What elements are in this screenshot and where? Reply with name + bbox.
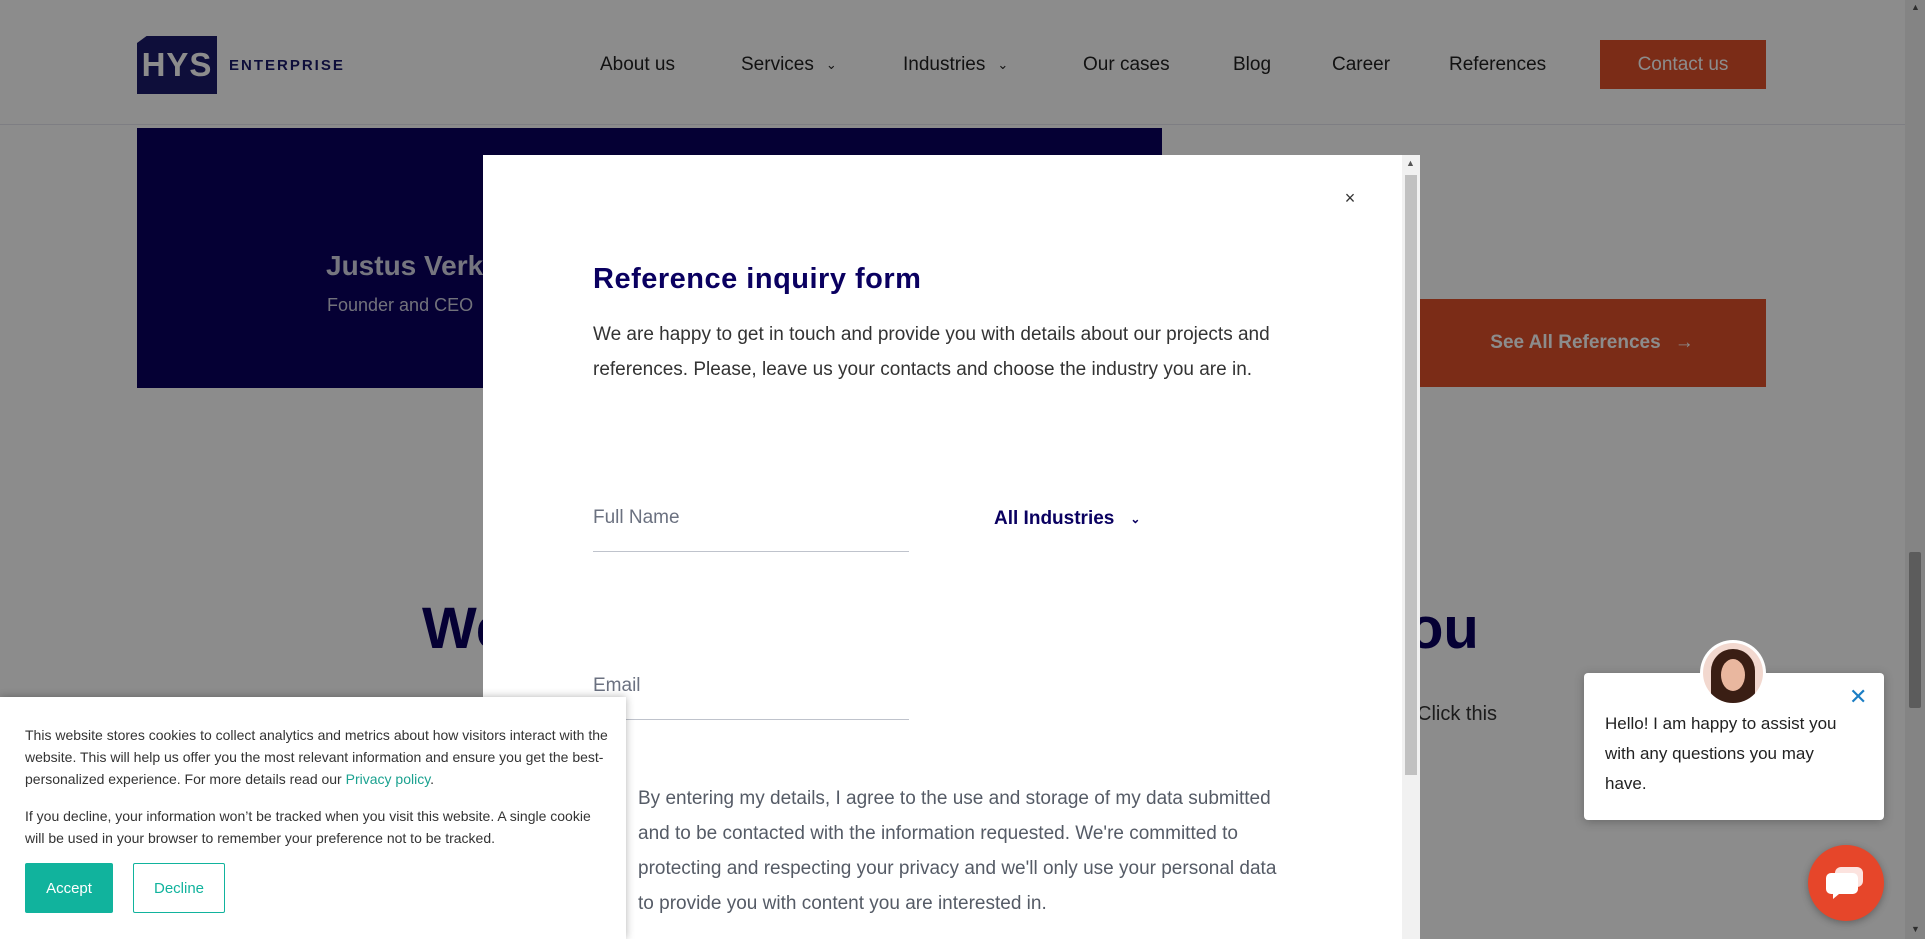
avatar-face bbox=[1721, 659, 1745, 691]
chat-bubble-icon bbox=[1826, 867, 1863, 899]
modal-title: Reference inquiry form bbox=[593, 263, 922, 295]
close-icon[interactable]: × bbox=[1340, 188, 1360, 208]
cookie-banner: This website stores cookies to collect a… bbox=[0, 697, 626, 939]
chat-agent-avatar bbox=[1703, 643, 1763, 703]
page: HYS ENTERPRISE About us Services ⌄ Indus… bbox=[0, 0, 1925, 939]
accept-button[interactable]: Accept bbox=[25, 863, 113, 913]
decline-button[interactable]: Decline bbox=[133, 863, 225, 913]
cookie-text-2: If you decline, your information won’t b… bbox=[25, 808, 591, 846]
chat-launcher-button[interactable] bbox=[1808, 845, 1884, 921]
modal-scrollbar[interactable]: ▲ bbox=[1402, 155, 1420, 939]
full-name-field[interactable]: Full Name bbox=[593, 507, 909, 552]
cookie-text-1-main: This website stores cookies to collect a… bbox=[25, 727, 608, 787]
scroll-up-arrow-icon[interactable]: ▲ bbox=[1406, 158, 1415, 168]
modal-description: We are happy to get in touch and provide… bbox=[593, 324, 1270, 380]
modal-scrollbar-thumb[interactable] bbox=[1405, 175, 1417, 775]
close-icon[interactable]: ✕ bbox=[1849, 686, 1867, 708]
email-field[interactable]: Email bbox=[593, 675, 909, 720]
full-name-placeholder: Full Name bbox=[593, 507, 680, 528]
privacy-policy-link[interactable]: Privacy policy bbox=[346, 771, 431, 787]
email-placeholder: Email bbox=[593, 675, 641, 696]
consent-text: By entering my details, I agree to the u… bbox=[638, 788, 1277, 914]
cookie-text-1: This website stores cookies to collect a… bbox=[25, 724, 610, 790]
cookie-text-1-end: . bbox=[430, 771, 435, 787]
chevron-down-icon: ⌄ bbox=[1130, 512, 1141, 526]
chat-message: Hello! I am happy to assist you with any… bbox=[1605, 714, 1837, 793]
industry-select[interactable]: All Industries ⌄ bbox=[994, 508, 1140, 530]
industry-selected-value: All Industries bbox=[994, 508, 1115, 529]
